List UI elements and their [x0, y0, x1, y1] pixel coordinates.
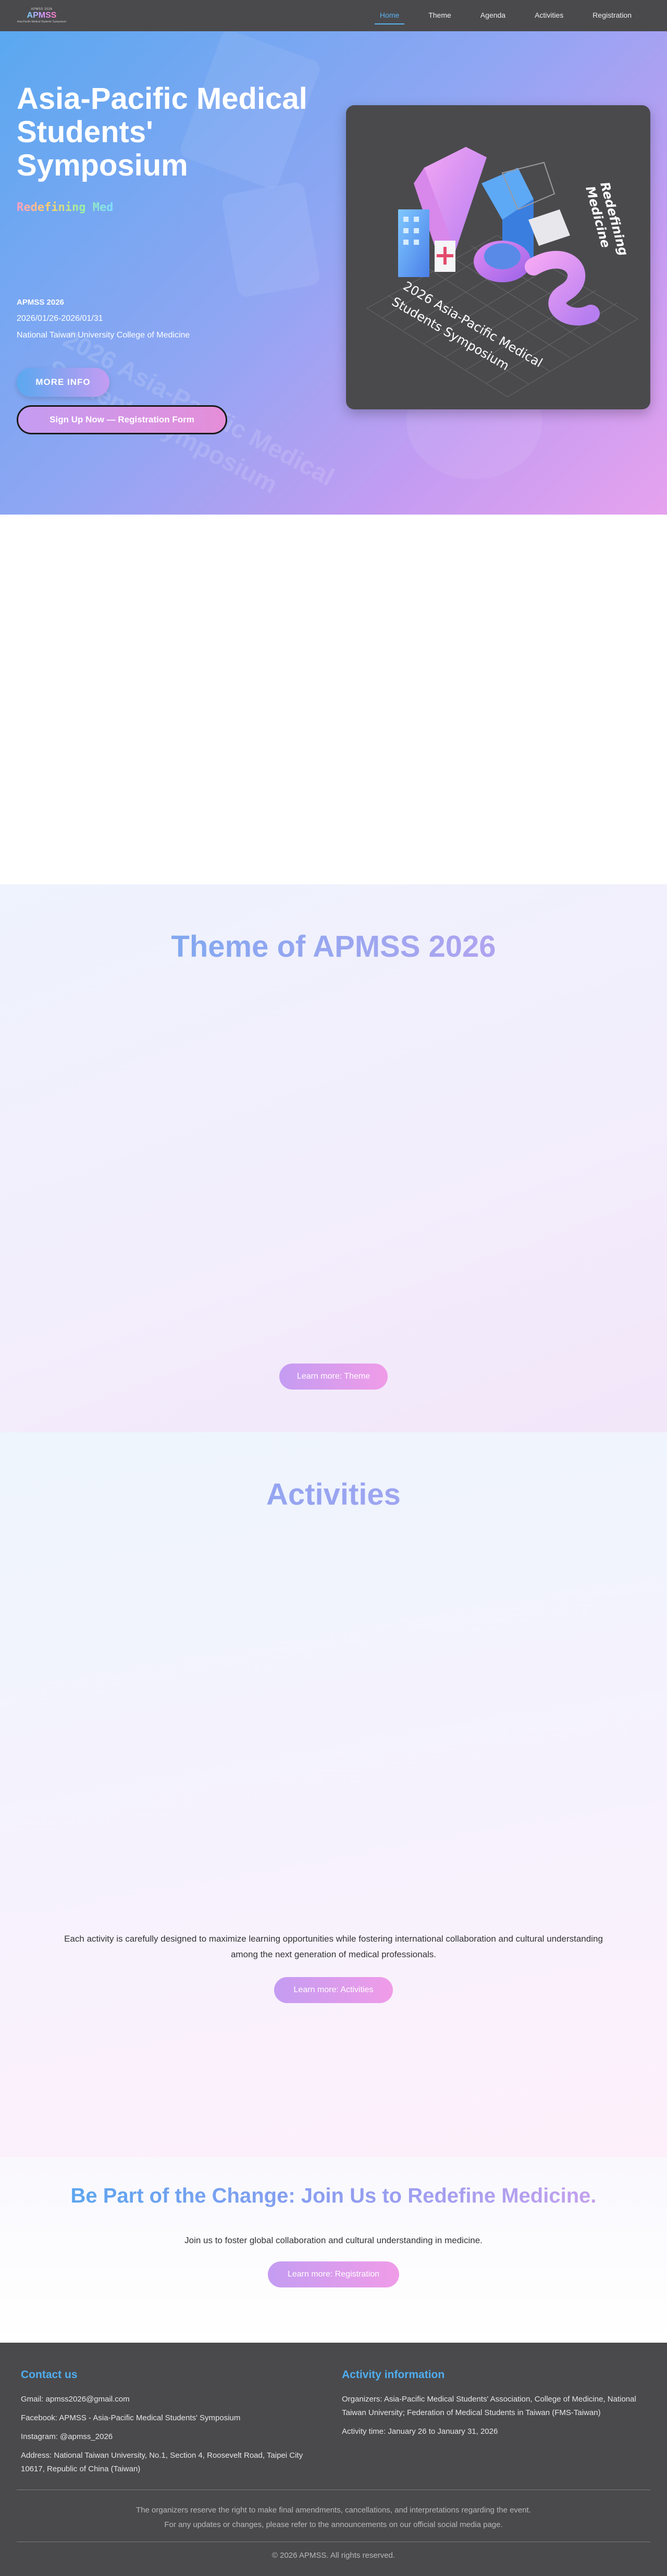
footer-activity-time: Activity time: January 26 to January 31,…	[342, 2427, 498, 2436]
hero-section: 2026 Asia-Pacific Medical Students Sympo…	[0, 31, 667, 515]
join-subtitle: Join us to foster global collaboration a…	[184, 2235, 483, 2245]
footer-gmail[interactable]: Gmail: apmss2026@gmail.com	[21, 2393, 323, 2406]
footer-contact-heading: Contact us	[21, 2369, 78, 2381]
key-visual-illustration: Redefining Medicine 2026 Asia-Pacific Me…	[366, 147, 638, 397]
activities-title: Activities	[0, 1477, 667, 1512]
event-venue: National Taiwan University College of Me…	[17, 331, 190, 340]
logo-bottom-text: Asia-Pacific Medical Students' Symposium	[17, 20, 67, 23]
footer-instagram[interactable]: Instagram: @apmss_2026	[21, 2430, 323, 2444]
theme-title: Theme of APMSS 2026	[0, 929, 667, 964]
footer-copyright: © 2026 APMSS. All rights reserved.	[271, 2551, 396, 2560]
footer-disclaimer: The organizers reserve the right to make…	[0, 2503, 667, 2532]
event-name: APMSS 2026	[17, 298, 64, 307]
logo-mark: APMSS	[27, 11, 57, 20]
nav-link-agenda[interactable]: Agenda	[466, 7, 520, 24]
theme-section: Theme of APMSS 2026 Learn more: Theme	[0, 884, 667, 1432]
footer-facebook[interactable]: Facebook: APMSS - Asia-Pacific Medical S…	[21, 2411, 323, 2425]
footer-activity-info: Activity information Organizers: Asia-Pa…	[342, 2369, 649, 2444]
event-dates: 2026/01/26-2026/01/31	[17, 314, 103, 323]
activities-description: Each activity is carefully designed to m…	[64, 1934, 603, 1959]
footer-address: Address: National Taiwan University, No.…	[21, 2451, 303, 2473]
more-info-button[interactable]: MORE INFO	[17, 368, 109, 397]
learn-more-activities-button[interactable]: Learn more: Activities	[274, 1977, 393, 2003]
hero-event-info: APMSS 2026 2026/01/26-2026/01/31 Nationa…	[17, 298, 190, 347]
top-navbar: APMSS 2026 APMSS Asia-Pacific Medical St…	[0, 0, 667, 31]
activities-section: Activities Each activity is carefully de…	[0, 1432, 667, 2157]
signup-button[interactable]: Sign Up Now — Registration Form	[17, 405, 227, 434]
hero-key-visual: Redefining Medicine 2026 Asia-Pacific Me…	[346, 105, 650, 409]
hero-subtitle: Redefining Med	[17, 201, 114, 214]
hero-ghost-shape	[220, 181, 322, 298]
nav-link-theme[interactable]: Theme	[414, 7, 466, 24]
site-logo[interactable]: APMSS 2026 APMSS Asia-Pacific Medical St…	[17, 4, 67, 27]
learn-more-theme-button[interactable]: Learn more: Theme	[279, 1364, 388, 1390]
footer-disclaimer-line-1: The organizers reserve the right to make…	[136, 2506, 531, 2515]
footer-organizers: Organizers: Asia-Pacific Medical Student…	[342, 2395, 636, 2417]
nav-link-registration[interactable]: Registration	[578, 7, 646, 24]
hero-title: Asia-Pacific Medical Students' Symposium	[17, 82, 307, 182]
main-nav: Home Theme Agenda Activities Registratio…	[365, 7, 646, 24]
blank-content-area	[0, 515, 667, 884]
footer-disclaimer-line-2: For any updates or changes, please refer…	[164, 2520, 503, 2529]
join-section: Be Part of the Change: Join Us to Redefi…	[0, 2157, 667, 2343]
footer-contact: Contact us Gmail: apmss2026@gmail.com Fa…	[21, 2369, 323, 2481]
join-title: Be Part of the Change: Join Us to Redefi…	[0, 2184, 667, 2208]
learn-more-registration-button[interactable]: Learn more: Registration	[268, 2261, 399, 2287]
nav-link-activities[interactable]: Activities	[520, 7, 578, 24]
footer-info-heading: Activity information	[342, 2369, 445, 2381]
site-footer: Contact us Gmail: apmss2026@gmail.com Fa…	[0, 2343, 667, 2576]
nav-link-home[interactable]: Home	[365, 7, 414, 24]
